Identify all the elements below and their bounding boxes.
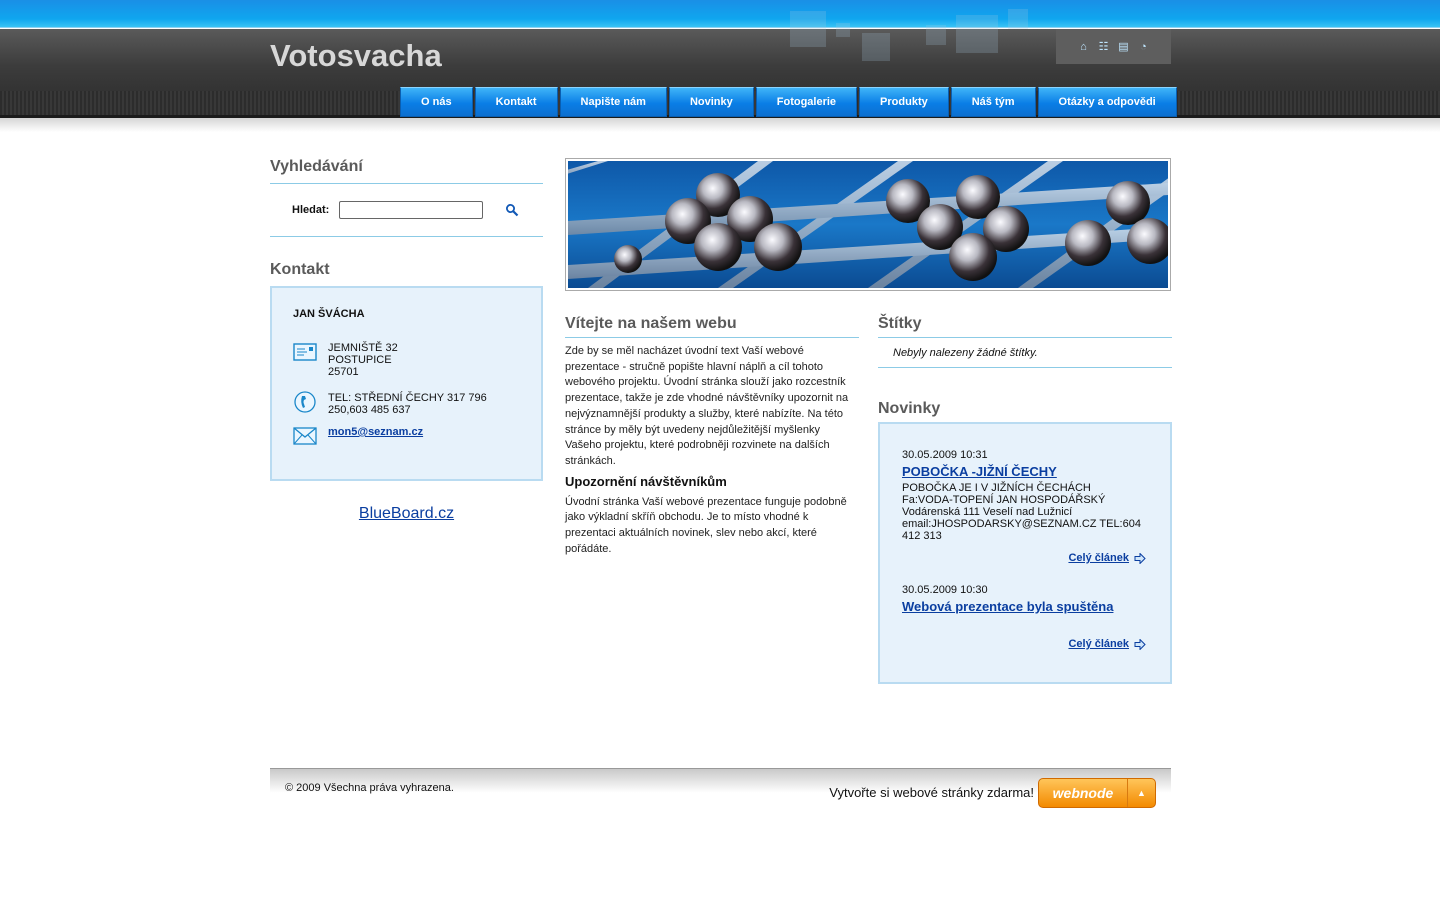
webnode-logo: webnode (1052, 785, 1114, 801)
notice-text: Úvodní stránka Vaší webové prezentace fu… (565, 495, 847, 555)
news-date: 30.05.2009 10:30 (902, 584, 988, 596)
footer: © 2009 Všechna práva vyhrazena. Vytvořte… (270, 768, 1171, 812)
header-banner-image (565, 158, 1171, 291)
news-line: POBOČKA JE I V JIŽNÍCH ČECHÁCH (902, 482, 1091, 494)
phone-line: 250,603 485 637 (328, 404, 411, 416)
welcome-section: Vítejte na našem webu Zde by se měl nach… (565, 315, 859, 557)
main-nav: O nás Kontakt Napište nám Novinky Fotoga… (400, 87, 1177, 117)
blueboard-link[interactable]: BlueBoard.cz (270, 505, 543, 523)
news-line: Vodárenská 111 Veselí nad Lužnicí (902, 506, 1073, 518)
contact-phone-row: TEL: STŘEDNÍ ČECHY 317 796 250,603 485 6… (293, 391, 541, 416)
news-date: 30.05.2009 10:31 (902, 449, 988, 461)
search-icon[interactable] (505, 203, 519, 217)
print-icon[interactable]: ▤ (1118, 41, 1130, 53)
nav-item-kontakt[interactable]: Kontakt (474, 87, 558, 117)
read-more-link[interactable]: Celý článek (902, 638, 1146, 650)
arrow-right-icon (1134, 638, 1146, 650)
header-band (0, 9, 1440, 91)
contact-heading: Kontakt (270, 261, 330, 278)
sidebar: Vyhledávání Hledat: Kontakt JAN ŠVÁCHA J… (270, 158, 543, 523)
divider (878, 367, 1172, 368)
news-line: 412 313 (902, 530, 942, 542)
tags-heading: Štítky (878, 315, 922, 332)
envelope-icon (293, 426, 317, 446)
copyright-text: © 2009 Všechna práva vyhrazena. (285, 782, 454, 794)
notice-heading: Upozornění návštěvníkům (565, 473, 727, 489)
nav-item-fotogalerie[interactable]: Fotogalerie (755, 87, 858, 117)
news-item: 30.05.2009 10:31 POBOČKA -JIŽNÍ ČECHY PO… (902, 449, 1146, 564)
news-title-link[interactable]: Webová prezentace byla spuštěna (902, 599, 1146, 614)
divider (270, 236, 543, 237)
news-title-link[interactable]: POBOČKA -JIŽNÍ ČECHY (902, 464, 1146, 479)
contact-address-row: JEMNIŠTĚ 32 POSTUPICE 25701 (293, 342, 541, 378)
search-label: Hledat: (292, 204, 330, 216)
read-more-label: Celý článek (1068, 638, 1129, 650)
caret-up-icon: ▲ (1127, 779, 1155, 807)
contact-email-row: mon5@seznam.cz (293, 426, 541, 446)
search-heading: Vyhledávání (270, 158, 363, 175)
read-more-label: Celý článek (1068, 552, 1129, 564)
nav-item-o-nas[interactable]: O nás (400, 87, 473, 117)
divider (565, 337, 859, 338)
right-column: Štítky Nebyly nalezeny žádné štítky. Nov… (878, 315, 1172, 684)
news-text: POBOČKA JE I V JIŽNÍCH ČECHÁCH Fa:VODA-T… (902, 482, 1146, 542)
webnode-button[interactable]: webnode ▲ (1038, 778, 1156, 808)
address-line: POSTUPICE (328, 354, 392, 366)
contact-name: JAN ŠVÁCHA (293, 308, 365, 320)
contact-box: JAN ŠVÁCHA JEMNIŠTĚ 32 POSTUPICE 25701 T… (270, 286, 543, 481)
news-heading: Novinky (878, 400, 941, 417)
tags-empty-message: Nebyly nalezeny žádné štítky. (893, 347, 1038, 359)
welcome-heading: Vítejte na našem webu (565, 315, 737, 332)
phone-icon (293, 391, 317, 413)
nav-item-novinky[interactable]: Novinky (668, 87, 754, 117)
news-item: 30.05.2009 10:30 Webová prezentace byla … (902, 584, 1146, 650)
sitemap-icon[interactable]: ☷ (1098, 41, 1110, 53)
address-line: 25701 (328, 366, 359, 378)
promo-text[interactable]: Vytvořte si webové stránky zdarma! (829, 785, 1034, 800)
tool-icons: ⌂ ☷ ▤ ◔ (1056, 29, 1171, 64)
search-input[interactable] (339, 201, 484, 219)
phone-line: TEL: STŘEDNÍ ČECHY 317 796 (328, 392, 487, 404)
nav-item-napiste-nam[interactable]: Napište nám (559, 87, 667, 117)
header-shadow (0, 118, 1440, 132)
contact-phone: TEL: STŘEDNÍ ČECHY 317 796 250,603 485 6… (328, 392, 487, 416)
site-title[interactable]: Votosvacha (270, 38, 442, 74)
nav-item-produkty[interactable]: Produkty (859, 87, 949, 117)
contact-address: JEMNIŠTĚ 32 POSTUPICE 25701 (328, 342, 398, 378)
address-card-icon (293, 342, 317, 362)
address-line: JEMNIŠTĚ 32 (328, 342, 398, 354)
top-strip (0, 0, 1440, 28)
contact-email-link[interactable]: mon5@seznam.cz (328, 426, 423, 446)
nav-item-otazky[interactable]: Otázky a odpovědi (1037, 87, 1177, 117)
home-icon[interactable]: ⌂ (1078, 41, 1090, 53)
news-line: email:JHOSPODARSKY@SEZNAM.CZ TEL:604 (902, 518, 1141, 530)
rss-icon[interactable]: ◔ (1138, 41, 1150, 53)
news-box: 30.05.2009 10:31 POBOČKA -JIŽNÍ ČECHY PO… (878, 422, 1172, 684)
news-line: Fa:VODA-TOPENÍ JAN HOSPODÁŘSKÝ (902, 494, 1106, 506)
arrow-right-icon (1134, 552, 1146, 564)
nav-item-nas-tym[interactable]: Náš tým (950, 87, 1036, 117)
welcome-text: Zde by se měl nacházet úvodní text Vaší … (565, 345, 849, 467)
read-more-link[interactable]: Celý článek (902, 552, 1146, 564)
search-form: Hledat: (270, 184, 543, 236)
